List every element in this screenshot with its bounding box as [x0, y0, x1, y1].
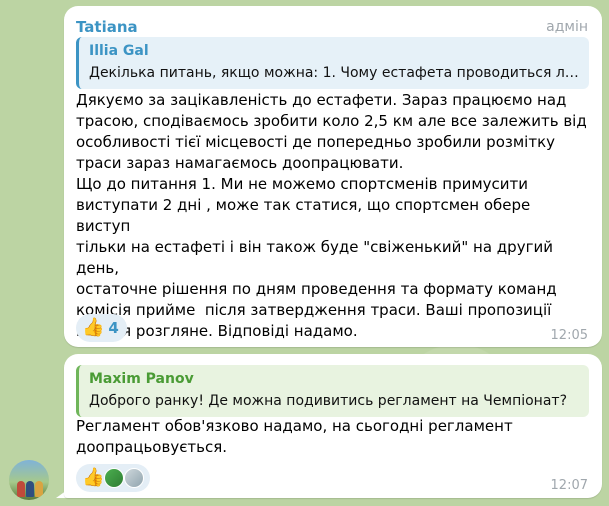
- avatar-figure: [26, 481, 34, 497]
- reply-author: Maxim Panov: [89, 371, 194, 387]
- admin-badge: адмін: [546, 19, 588, 35]
- message-text: Регламент обов'язково надамо, на сьогодн…: [76, 417, 513, 456]
- reactor-avatar: [124, 468, 145, 488]
- thumbs-up-icon: 👍: [82, 467, 105, 488]
- reply-quote[interactable]: Illia Gal Декілька питань, якщо можна: 1…: [76, 37, 589, 89]
- sender-name[interactable]: Tatiana: [76, 18, 138, 36]
- message-time: 12:07: [550, 478, 588, 493]
- message-text: Дякуємо за зацікавленість до естафети. З…: [76, 91, 587, 340]
- message-bubble-admin[interactable]: Tatiana адмін Illia Gal Декілька питань,…: [64, 6, 602, 347]
- thumbs-up-icon: 👍: [82, 317, 105, 338]
- reaction-thumbs-up[interactable]: 👍 4: [76, 314, 127, 342]
- avatar-figure: [35, 481, 43, 497]
- reply-quote[interactable]: Maxim Panov Доброго ранку! Де можна поди…: [76, 365, 589, 417]
- avatar-figure: [17, 481, 25, 497]
- reply-author: Illia Gal: [89, 43, 149, 59]
- reply-text: Декілька питань, якщо можна: 1. Чому ест…: [89, 65, 581, 81]
- message-time: 12:05: [550, 328, 588, 343]
- reply-text: Доброго ранку! Де можна подивитись регла…: [89, 393, 568, 409]
- message-bubble-reply[interactable]: Maxim Panov Доброго ранку! Де можна поди…: [64, 354, 602, 498]
- sender-avatar[interactable]: [9, 460, 49, 500]
- reactor-avatar: [104, 468, 125, 488]
- reaction-count: 4: [108, 319, 119, 337]
- reaction-thumbs-up[interactable]: 👍: [76, 464, 151, 492]
